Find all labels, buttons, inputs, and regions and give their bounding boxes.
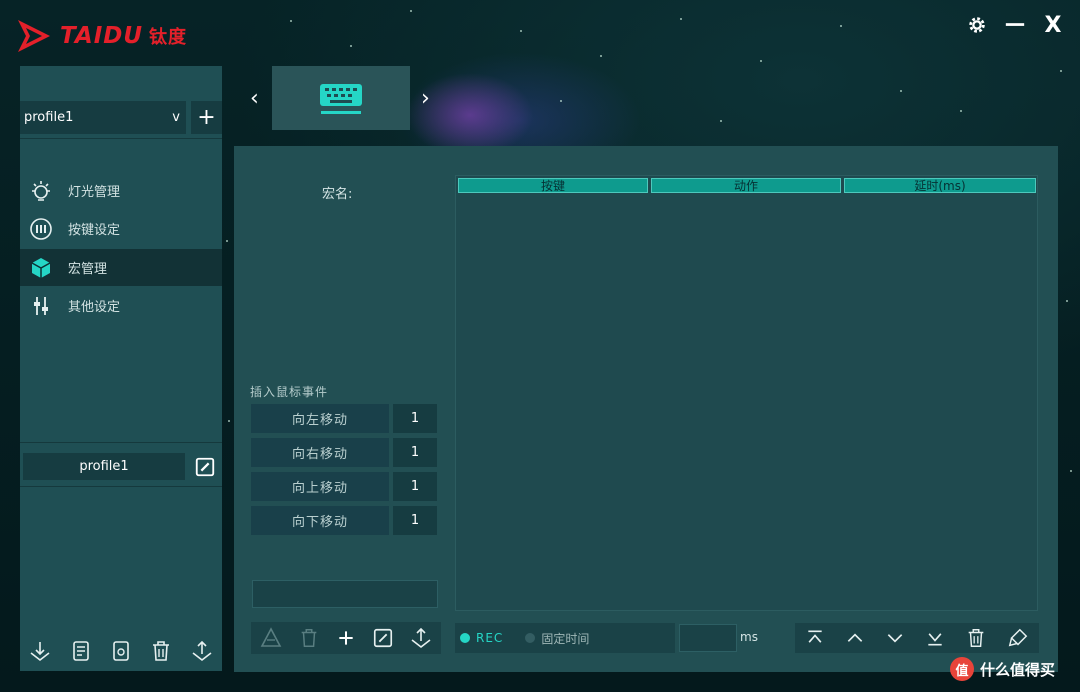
sidebar-item-key-settings[interactable]: 按键设定 — [20, 210, 222, 247]
add-macro-icon[interactable] — [336, 628, 356, 648]
sidebar-item-other-settings[interactable]: 其他设定 — [20, 287, 222, 324]
keys-icon — [28, 216, 54, 242]
sidebar-item-lighting[interactable]: 灯光管理 — [20, 172, 222, 209]
plus-icon: + — [197, 105, 216, 130]
trash-icon[interactable] — [149, 639, 173, 663]
sliders-icon — [28, 293, 54, 319]
move-down-value[interactable]: 1 — [393, 506, 437, 535]
rec-label[interactable]: REC — [476, 631, 503, 645]
trash-icon[interactable] — [965, 627, 987, 649]
sidebar-item-label: 灯光管理 — [68, 185, 121, 200]
sidebar-item-label: 按键设定 — [68, 223, 121, 238]
sidebar-item-label: 其他设定 — [68, 300, 121, 315]
move-up-value[interactable]: 1 — [393, 472, 437, 501]
close-button[interactable]: X — [1040, 12, 1066, 38]
profile-select[interactable]: profile1 v — [20, 101, 186, 134]
next-device-button[interactable]: › — [421, 86, 430, 111]
watermark-text: 什么值得买 — [980, 660, 1056, 679]
profile-toolbar — [20, 633, 222, 669]
move-to-top-icon[interactable] — [805, 628, 825, 648]
move-up-button[interactable]: 向上移动 — [251, 472, 389, 501]
move-down-button[interactable]: 向下移动 — [251, 506, 389, 535]
insert-mouse-event-label: 插入鼠标事件 — [250, 385, 329, 399]
settings-button[interactable] — [964, 12, 990, 38]
rec-indicator-icon[interactable] — [460, 633, 470, 643]
clear-icon[interactable] — [1007, 627, 1029, 649]
move-down-icon[interactable] — [885, 628, 905, 648]
active-device-indicator — [321, 110, 361, 114]
gear-icon — [969, 17, 985, 33]
import-icon[interactable] — [28, 639, 52, 663]
add-profile-button[interactable]: + — [191, 101, 222, 134]
minimize-icon — [1005, 23, 1025, 26]
export-icon[interactable] — [409, 626, 433, 650]
row-toolbar — [795, 623, 1039, 653]
column-header-action: 动作 — [651, 178, 841, 193]
move-right-value[interactable]: 1 — [393, 438, 437, 467]
move-up-icon[interactable] — [845, 628, 865, 648]
taidu-logo-icon — [18, 20, 50, 52]
move-right-button[interactable]: 向右移动 — [251, 438, 389, 467]
move-left-button[interactable]: 向左移动 — [251, 404, 389, 433]
macro-name-input[interactable] — [252, 580, 438, 608]
delay-input[interactable] — [679, 624, 737, 652]
profile-select-value: profile1 — [24, 110, 74, 125]
keyboard-icon — [320, 83, 362, 106]
export-icon[interactable] — [190, 639, 214, 663]
chevron-down-icon: v — [172, 110, 180, 125]
document-icon[interactable] — [69, 639, 93, 663]
macro-events-table[interactable] — [455, 175, 1038, 611]
recording-bar: REC 固定时间 — [455, 623, 675, 653]
logo-text: TAIDU — [60, 23, 144, 49]
column-header-delay: 延时(ms) — [844, 178, 1036, 193]
fixed-time-label[interactable]: 固定时间 — [541, 630, 589, 647]
delay-unit-label: ms — [740, 630, 758, 644]
app-logo: TAIDU 钛度 — [14, 16, 187, 56]
close-icon: X — [1044, 12, 1062, 38]
copy-icon[interactable] — [109, 639, 133, 663]
prev-device-button[interactable]: ‹ — [250, 86, 259, 111]
edit-profile-button[interactable] — [191, 453, 219, 480]
edit-icon[interactable] — [372, 627, 394, 649]
trash-icon[interactable] — [298, 627, 320, 649]
import-macro-icon[interactable] — [259, 626, 283, 650]
move-left-value[interactable]: 1 — [393, 404, 437, 433]
cube-icon — [28, 255, 54, 281]
minimize-button[interactable] — [1002, 12, 1028, 38]
macro-name-label: 宏名: — [322, 187, 353, 202]
watermark: 值 什么值得买 — [950, 657, 1055, 681]
sidebar-item-label: 宏管理 — [68, 262, 108, 277]
watermark-logo: 值 — [950, 657, 974, 681]
sidebar — [20, 66, 222, 671]
fixed-time-radio[interactable] — [525, 633, 536, 643]
logo-text-cn: 钛度 — [149, 27, 188, 48]
macro-toolbar — [251, 622, 441, 654]
profile-name-display: profile1 — [23, 453, 185, 480]
column-header-key: 按键 — [458, 178, 648, 193]
bulb-icon — [28, 178, 54, 204]
sidebar-item-macro[interactable]: 宏管理 — [20, 249, 222, 286]
device-tab-keyboard[interactable] — [272, 66, 410, 130]
edit-icon — [195, 457, 215, 476]
move-to-bottom-icon[interactable] — [925, 628, 945, 648]
